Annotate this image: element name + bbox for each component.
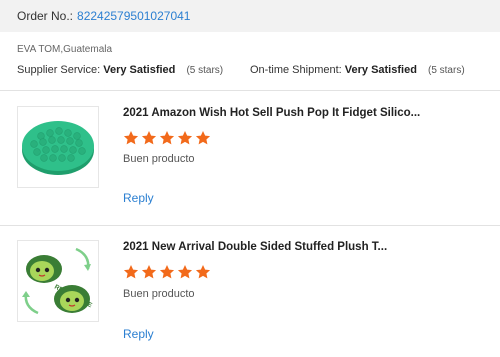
star-icon: [141, 131, 157, 145]
star-icon: [177, 131, 193, 145]
rating-label: On-time Shipment:: [250, 64, 342, 76]
rating-stars-text: (5 stars): [427, 65, 465, 76]
review-comment: Buen producto: [123, 288, 195, 300]
supplier-service-rating: Supplier Service: Very Satisfied (5 star…: [17, 64, 223, 76]
review-item: 2021 Amazon Wish Hot Sell Push Pop It Fi…: [0, 90, 500, 225]
order-label: Order No.:: [17, 9, 74, 23]
star-icon: [177, 265, 193, 279]
review-stars: [123, 130, 211, 146]
star-icon: [195, 265, 211, 279]
review-item: REVERSIBLE 2021 New Arrival Double Sided…: [0, 225, 500, 357]
product-thumbnail[interactable]: [17, 106, 99, 188]
rating-label: Supplier Service:: [17, 64, 101, 76]
review-comment: Buen producto: [123, 153, 195, 165]
star-icon: [195, 131, 211, 145]
reply-link[interactable]: Reply: [123, 191, 154, 205]
star-icon: [123, 131, 139, 145]
star-icon: [159, 131, 175, 145]
rating-value: Very Satisfied: [103, 64, 176, 76]
shipment-rating: On-time Shipment: Very Satisfied (5 star…: [250, 64, 465, 76]
order-number-link[interactable]: 82242579501027041: [77, 9, 190, 23]
order-header: Order No.: 82242579501027041: [0, 0, 500, 32]
star-icon: [141, 265, 157, 279]
product-title[interactable]: 2021 Amazon Wish Hot Sell Push Pop It Fi…: [123, 107, 420, 119]
turtle-plush-image: REVERSIBLE: [22, 247, 94, 315]
star-icon: [159, 265, 175, 279]
product-title[interactable]: 2021 New Arrival Double Sided Stuffed Pl…: [123, 241, 387, 253]
rating-stars-text: (5 stars): [186, 65, 224, 76]
rating-value: Very Satisfied: [344, 64, 417, 76]
buyer-info: EVA TOM,Guatemala: [17, 44, 113, 55]
reply-link[interactable]: Reply: [123, 327, 154, 341]
product-thumbnail[interactable]: REVERSIBLE: [17, 240, 99, 322]
review-stars: [123, 264, 211, 280]
star-icon: [123, 265, 139, 279]
pop-it-image: [22, 121, 94, 175]
